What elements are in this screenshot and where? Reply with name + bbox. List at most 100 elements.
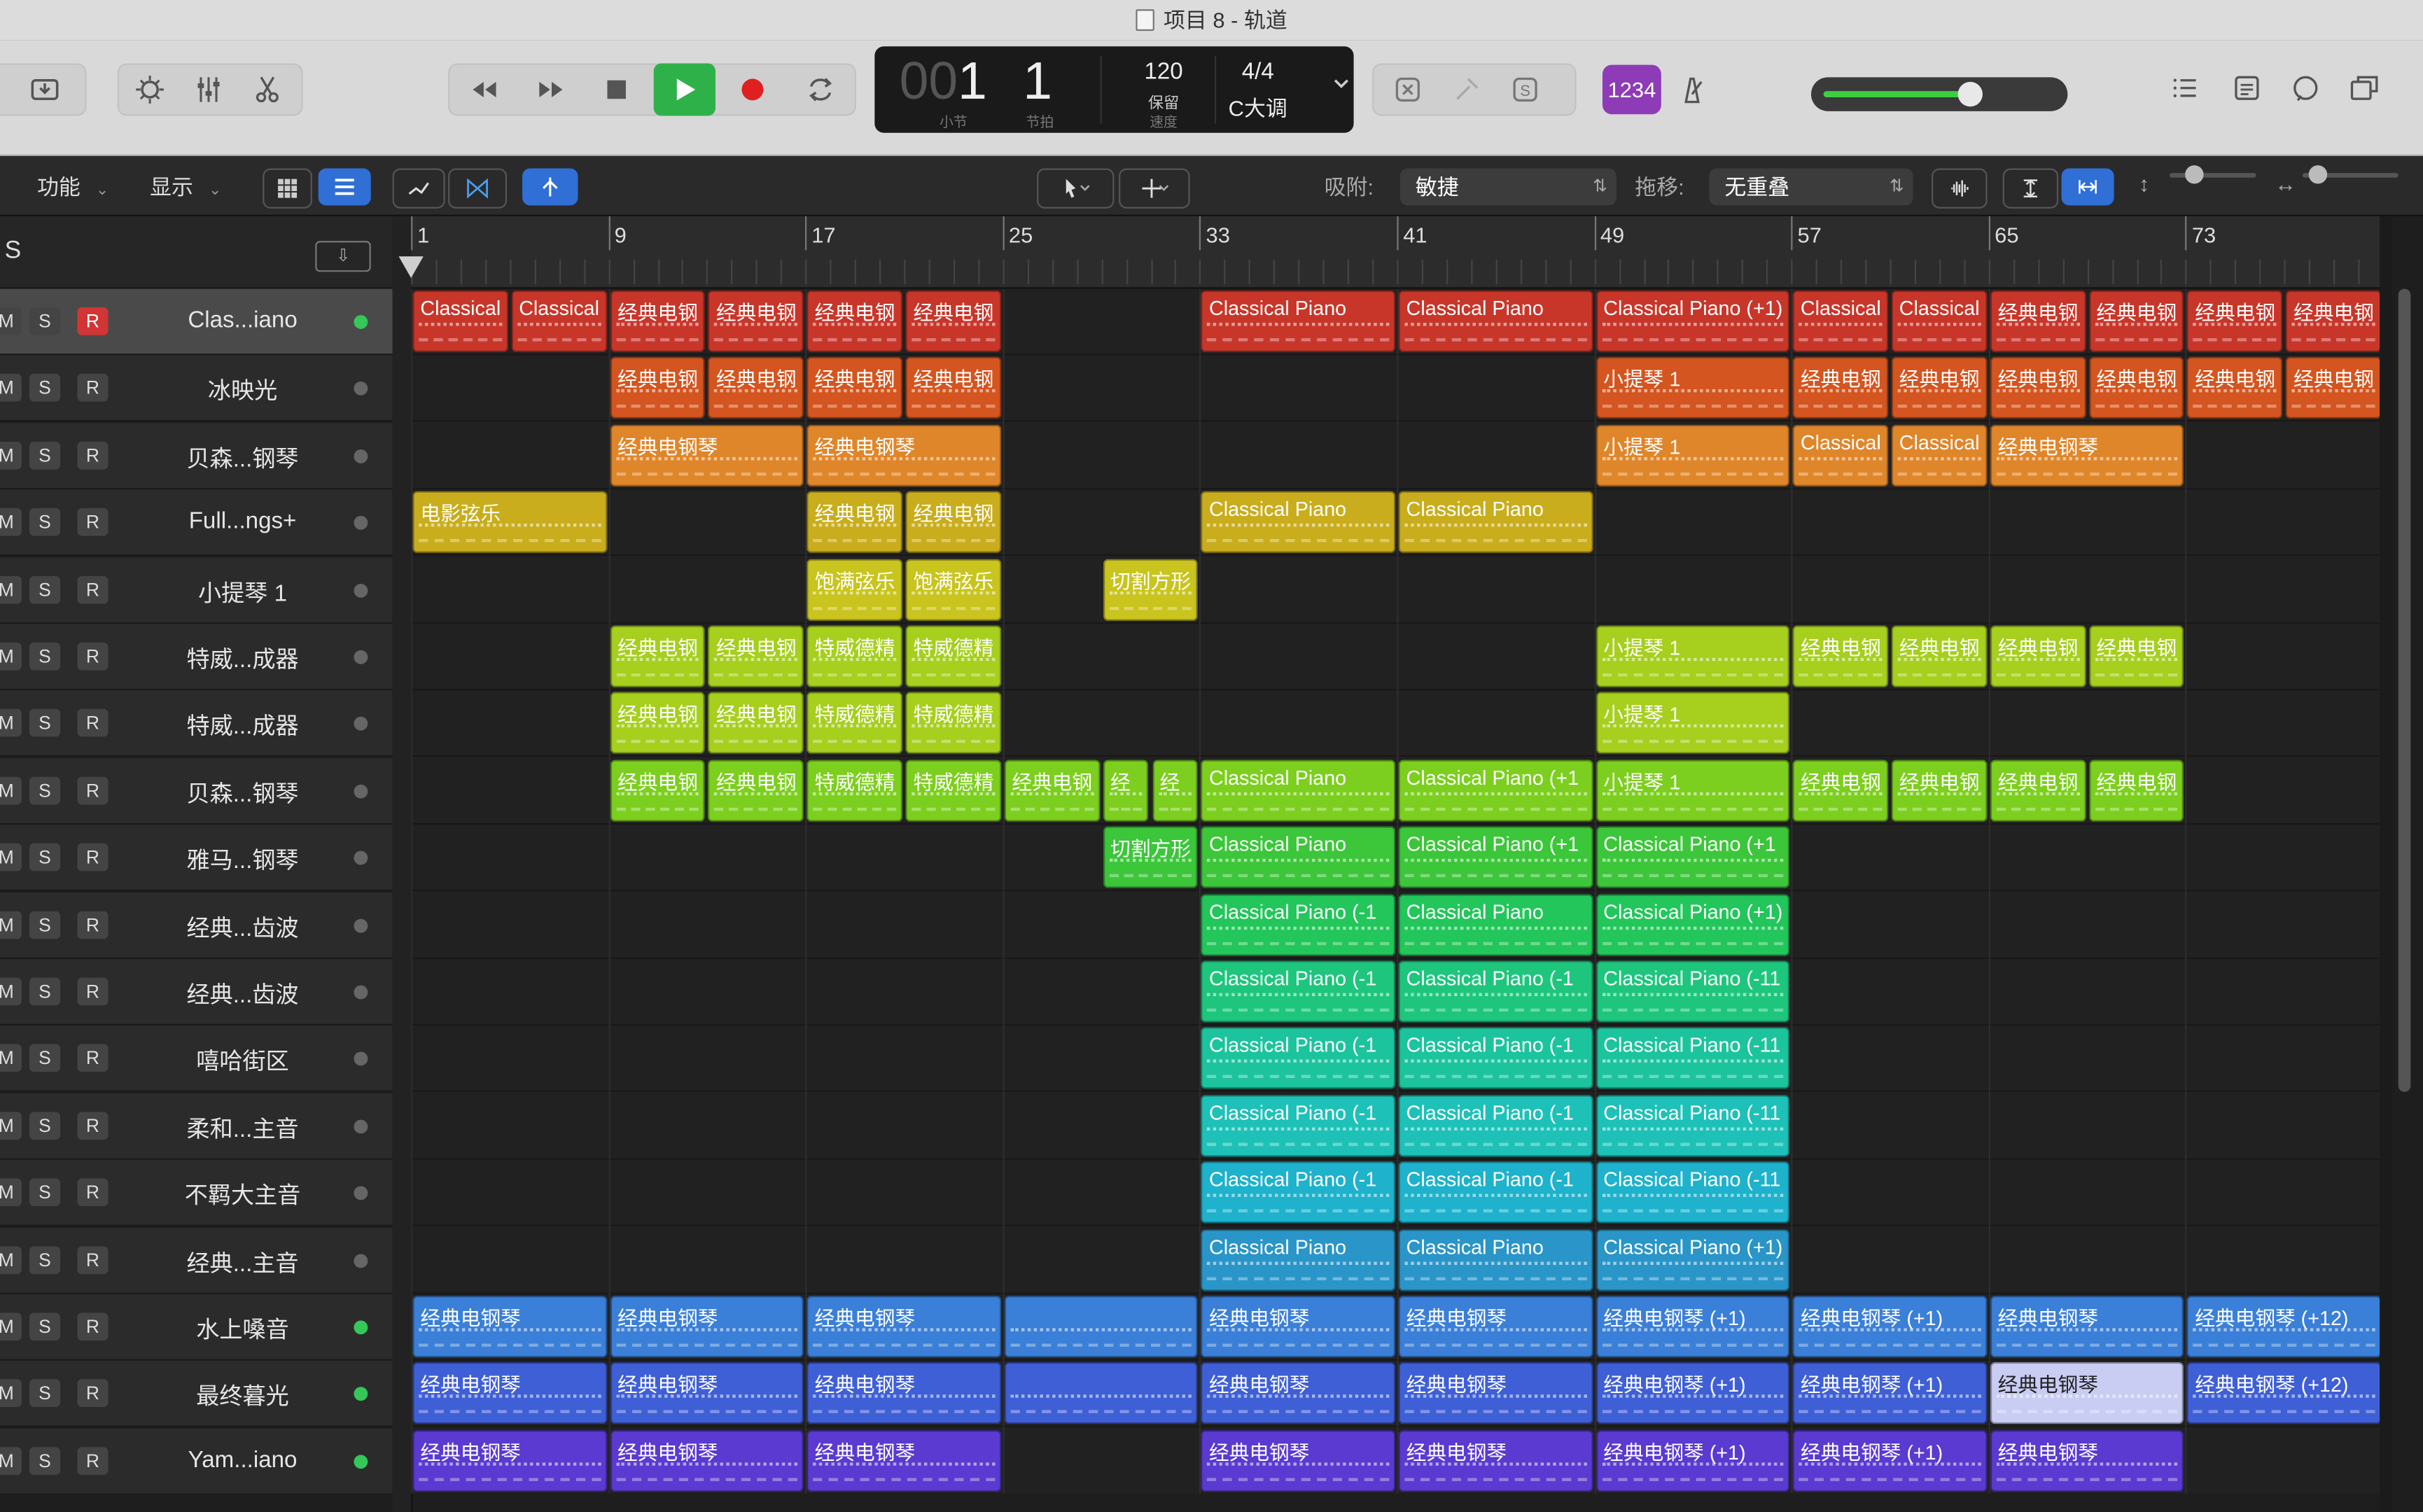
track-lane[interactable] [411,892,2380,959]
midi-region[interactable]: 经典电钢琴 (+1) [1792,1362,1988,1425]
track-header[interactable]: M S R 特威...成器 [0,691,393,757]
midi-region[interactable]: 经典电钢琴 (+1) [1792,1296,1988,1358]
midi-region[interactable]: 经典电钢 [708,692,804,755]
track-header[interactable]: M S R 贝森...钢琴 [0,757,393,825]
midi-region[interactable]: 小提琴 1 [1595,760,1790,822]
lcd-key[interactable]: C大调 [1221,92,1295,123]
midi-region[interactable]: Classical Piano (-1 [1201,1094,1396,1157]
rewind-icon[interactable] [453,65,515,115]
midi-region[interactable]: Classical [511,290,607,353]
midi-region[interactable]: 经典电钢 [905,491,1001,554]
record-enable-button[interactable]: R [77,844,109,872]
midi-region[interactable]: 切割方形 [1103,826,1199,889]
midi-region[interactable] [1004,1362,1199,1425]
record-enable-button[interactable]: R [77,1245,109,1274]
midi-region[interactable]: 经典电钢琴 [1201,1362,1396,1425]
midi-region[interactable]: 经典电钢 [2286,290,2380,353]
library-icon[interactable] [14,65,76,115]
mute-button[interactable]: M [0,374,22,402]
horizontal-zoom-slider[interactable] [2302,165,2398,184]
catch-playhead-icon[interactable] [522,168,578,206]
record-enable-button[interactable]: R [77,642,109,671]
flex-icon[interactable] [448,168,507,209]
scissors-icon[interactable] [237,65,298,115]
track-name[interactable]: 柔和...主音 [142,1112,343,1144]
midi-region[interactable]: 小提琴 1 [1595,625,1790,687]
solo-button[interactable]: S [29,307,61,335]
track-header[interactable]: M S R Full...ngs+ [0,489,393,556]
midi-region[interactable]: Classical Piano (+1 [1398,760,1593,822]
lcd-display[interactable]: 001 1 小节 节拍 120 保留 速度 4/4 C大调 [874,46,1354,133]
midi-region[interactable]: Classical Piano [1398,290,1593,353]
midi-region[interactable]: 经典电钢 [2088,357,2184,419]
midi-region[interactable]: Classical Piano (-11 [1595,1028,1790,1090]
mute-button[interactable]: M [0,1312,22,1341]
record-enable-button[interactable]: R [77,910,109,939]
midi-region[interactable]: Classical Piano (+1) [1595,290,1790,353]
record-enable-button[interactable]: R [77,1446,109,1475]
track-lane[interactable] [411,557,2380,624]
midi-region[interactable]: Classical Piano (-1 [1201,960,1396,1023]
midi-region[interactable]: 经典电钢 [1891,760,1988,822]
midi-region[interactable]: 经典电钢 [1990,625,2086,687]
track-divider[interactable] [392,216,413,1512]
browser-icon[interactable] [2333,63,2395,113]
track-name[interactable]: 贝森...钢琴 [142,776,343,808]
record-enable-button[interactable]: R [77,1380,109,1408]
lcd-tempo[interactable]: 120 [1125,59,1202,85]
track-name[interactable]: 不羁大主音 [142,1179,343,1211]
track-name[interactable]: 特威...成器 [142,643,343,675]
record-button[interactable] [722,65,783,115]
midi-region[interactable]: 特威德精 [806,625,903,687]
track-name[interactable]: 特威...成器 [142,710,343,742]
global-solo-label[interactable]: S [5,238,22,266]
drag-select[interactable]: 无重叠 ⇅ [1709,168,1913,206]
track-name[interactable]: 水上嗓音 [142,1312,343,1345]
midi-region[interactable]: Classical Piano (+1) [1595,1228,1790,1291]
midi-region[interactable]: 经典电钢 [806,290,903,353]
display-menu[interactable]: 显示 ⌄ [150,172,221,202]
waveform-zoom-icon[interactable] [1932,168,1988,209]
record-enable-button[interactable]: R [77,776,109,805]
midi-region[interactable]: 特威德精 [905,625,1001,687]
midi-region[interactable]: 经典电钢 [2187,290,2283,353]
solo-button[interactable]: S [29,1446,61,1475]
mute-button[interactable]: M [0,1112,22,1140]
mute-button[interactable]: M [0,776,22,805]
midi-region[interactable]: Classical Piano (-1 [1201,1028,1396,1090]
mute-button[interactable]: M [0,910,22,939]
midi-region[interactable]: Classical Piano [1201,1228,1396,1291]
arrangement-area[interactable]: Classical Classical 经典电钢 经典电钢 经典电钢 经典电钢 Classi… [411,288,2380,1494]
track-header[interactable]: M S R 不羁大主音 [0,1160,393,1227]
midi-region[interactable]: 经典电钢琴 [1201,1429,1396,1492]
track-lane[interactable] [411,1093,2380,1160]
midi-region[interactable]: 经典电钢琴 [1398,1296,1593,1358]
midi-region[interactable]: 经典电钢琴 [1398,1362,1593,1425]
master-volume-slider[interactable] [1810,77,2068,111]
track-header[interactable]: M S R 水上嗓音 [0,1294,393,1361]
midi-region[interactable]: Classical Piano [1398,1228,1593,1291]
midi-region[interactable]: Classical Piano (-11 [1595,1161,1790,1224]
mute-button[interactable]: M [0,1245,22,1274]
mute-button[interactable]: M [0,575,22,603]
midi-region[interactable]: 经典电钢琴 [609,1429,804,1492]
midi-region[interactable]: 经 [1103,760,1150,822]
track-name[interactable]: Yam...iano [142,1447,343,1474]
solo-button[interactable]: S [29,709,61,738]
track-lane[interactable] [411,1160,2380,1227]
solo-button[interactable]: S [29,374,61,402]
midi-region[interactable]: 经典电钢 [2286,357,2380,419]
midi-region[interactable]: 经典电钢 [1990,760,2086,822]
record-enable-button[interactable]: R [77,374,109,402]
midi-region[interactable]: Classical Piano [1201,491,1396,554]
midi-region[interactable]: 经典电钢 [1792,357,1889,419]
slider-knob[interactable] [2185,165,2204,184]
solo-button[interactable]: S [29,1245,61,1274]
midi-region[interactable]: 经典电钢琴 (+12) [2187,1296,2380,1358]
midi-region[interactable]: 特威德精 [905,692,1001,755]
solo-button[interactable]: S [29,977,61,1006]
midi-region[interactable]: 经典电钢 [1990,290,2086,353]
track-header[interactable]: M S R 冰映光 [0,356,393,423]
track-name[interactable]: Full...ngs+ [142,508,343,535]
track-lane[interactable] [411,691,2380,757]
